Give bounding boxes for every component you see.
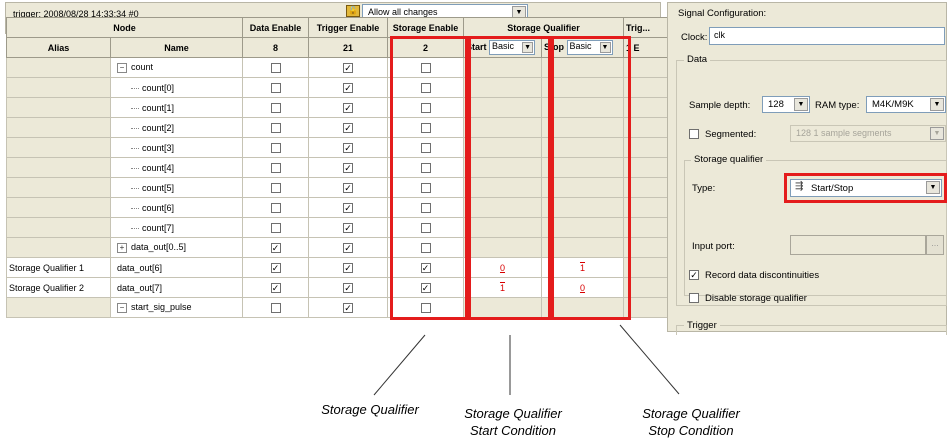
callout-start-line1: Storage Qualifier — [464, 406, 562, 421]
callout-line-stop — [619, 324, 680, 395]
callout-line-storage-qualifier — [373, 334, 426, 396]
callout-stop-line1: Storage Qualifier — [642, 406, 740, 421]
callout-start-condition: Storage Qualifier Start Condition — [448, 405, 578, 439]
callout-stop-condition: Storage Qualifier Stop Condition — [626, 405, 756, 439]
callout-lines — [373, 324, 680, 396]
callout-start-line2: Start Condition — [470, 423, 556, 438]
callout-storage-qualifier: Storage Qualifier — [321, 402, 419, 417]
callout-stop-line2: Stop Condition — [648, 423, 734, 438]
